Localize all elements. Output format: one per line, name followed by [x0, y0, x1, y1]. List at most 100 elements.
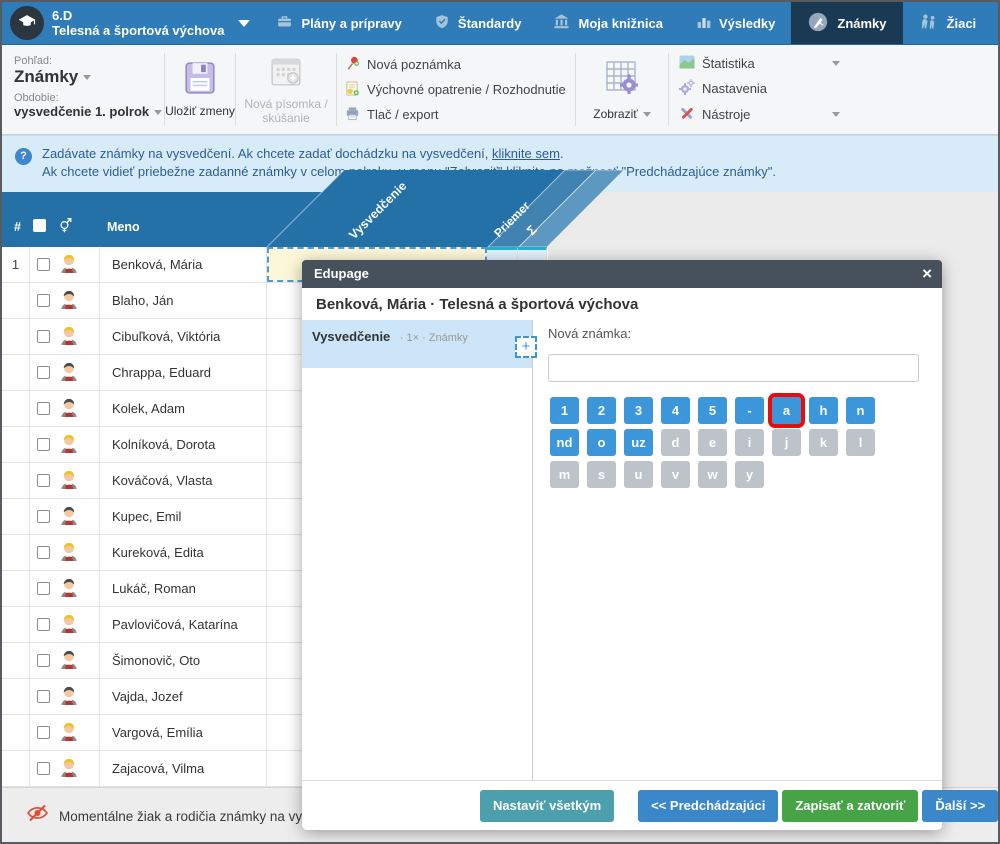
student-avatar: [59, 288, 79, 314]
zobrazit-button[interactable]: Zobraziť: [576, 45, 668, 134]
grade-button-j[interactable]: j: [772, 429, 801, 456]
grade-buttons-row-1: 12345-ahn: [550, 397, 875, 424]
row-checkbox[interactable]: [37, 582, 50, 595]
row-checkbox[interactable]: [37, 690, 50, 703]
row-number: [2, 499, 30, 534]
top-navigation-bar: 6.D Telesná a športová výchova Plány a p…: [2, 2, 998, 45]
zobrazit-dropdown-arrow-icon: [643, 112, 651, 117]
class-subject-selector[interactable]: 6.D Telesná a športová výchova: [52, 2, 260, 44]
grade-button-k[interactable]: k: [809, 429, 838, 456]
class-subject: Telesná a športová výchova: [52, 23, 224, 38]
menu-item-ziaci[interactable]: Žiaci: [903, 2, 993, 44]
menu-item-plany-a-pripravy[interactable]: Plány a prípravy: [260, 2, 417, 44]
student-name: Cibuľková, Viktória: [100, 319, 267, 354]
new-note-button[interactable]: Nová poznámka: [345, 56, 575, 74]
grade-button-w[interactable]: w: [698, 461, 727, 488]
row-checkbox[interactable]: [37, 474, 50, 487]
obdobie-selector[interactable]: vysvedčenie 1. polrok: [14, 104, 164, 119]
row-checkbox[interactable]: [37, 294, 50, 307]
grade-button-2[interactable]: 2: [587, 397, 616, 424]
grade-button-m[interactable]: m: [550, 461, 579, 488]
settings-gears-icon: [679, 79, 695, 98]
row-checkbox[interactable]: [37, 762, 50, 775]
event-list-item-vysvedcenie[interactable]: Vysvedčenie · 1× · Známky: [302, 320, 532, 368]
class-code: 6.D: [52, 8, 224, 23]
grade-button-o[interactable]: o: [587, 429, 616, 456]
row-checkbox[interactable]: [37, 258, 50, 271]
view-grid-gear-icon: [602, 58, 642, 103]
menu-item-znamky[interactable]: Známky: [791, 2, 902, 44]
menu-item-standardy[interactable]: Štandardy: [418, 2, 538, 44]
close-icon[interactable]: ×: [922, 260, 932, 287]
row-checkbox[interactable]: [37, 402, 50, 415]
grade-button-e[interactable]: e: [698, 429, 727, 456]
grade-button-u[interactable]: u: [624, 461, 653, 488]
row-checkbox[interactable]: [37, 726, 50, 739]
row-checkbox[interactable]: [37, 618, 50, 631]
student-name: Kolek, Adam: [100, 391, 267, 426]
save-changes-button[interactable]: Uložiť zmeny: [165, 45, 235, 134]
row-checkbox[interactable]: [37, 438, 50, 451]
nastavi-v-etk-m-button[interactable]: Nastaviť všetkým: [480, 790, 614, 822]
obdobie-dropdown-arrow-icon: [154, 110, 162, 115]
grade-button-3[interactable]: 3: [624, 397, 653, 424]
grade-input[interactable]: [548, 354, 919, 382]
dialog-title: Edupage: [314, 260, 369, 288]
row-number: [2, 283, 30, 318]
tools-dropdown-arrow-icon: [832, 112, 840, 117]
add-column-button[interactable]: +: [515, 336, 537, 358]
row-number: [2, 463, 30, 498]
grade-button-n[interactable]: n: [846, 397, 875, 424]
select-all-checkbox[interactable]: [33, 219, 46, 232]
grade-button-h[interactable]: h: [809, 397, 838, 424]
grade-button-l[interactable]: l: [846, 429, 875, 456]
grade-button-v[interactable]: v: [661, 461, 690, 488]
predch-dzaj-ci-button[interactable]: << Predchádzajúci: [638, 790, 778, 822]
student-name: Kováčová, Vlasta: [100, 463, 267, 498]
row-checkbox[interactable]: [37, 510, 50, 523]
grade-button-1[interactable]: 1: [550, 397, 579, 424]
grade-button--[interactable]: -: [735, 397, 764, 424]
grade-button-i[interactable]: i: [735, 429, 764, 456]
educational-measure-button[interactable]: Výchovné opatrenie / Rozhodnutie: [345, 81, 575, 99]
zap-sa-a-zatvori-button[interactable]: Zapísať a zatvoriť: [782, 790, 918, 822]
panel-divider: [532, 320, 533, 780]
row-checkbox[interactable]: [37, 330, 50, 343]
al-button[interactable]: Ďalší >>: [922, 790, 998, 822]
row-checkbox[interactable]: [37, 366, 50, 379]
grade-buttons-row-2: ndouzdeijkl: [550, 429, 875, 456]
tools-button[interactable]: Nástroje: [679, 105, 854, 124]
pohlad-selector[interactable]: Známky: [14, 67, 164, 87]
new-test-button[interactable]: Nová písomka / skúšanie: [236, 45, 336, 134]
grade-button-5[interactable]: 5: [698, 397, 727, 424]
kliknite-sem-link[interactable]: kliknite sem: [492, 146, 560, 161]
dialog-title-bar[interactable]: Edupage ×: [302, 260, 942, 288]
statistics-button[interactable]: Štatistika: [679, 55, 854, 72]
grade-button-a[interactable]: a: [772, 397, 801, 424]
student-avatar: [59, 612, 79, 638]
student-name: Vajda, Jozef: [100, 679, 267, 714]
student-avatar: [59, 684, 79, 710]
main-menu: Plány a prípravy Štandardy Moja knižnica…: [260, 2, 992, 44]
menu-label: Výsledky: [719, 16, 775, 31]
edupage-app-window: 6.D Telesná a športová výchova Plány a p…: [0, 0, 1000, 844]
row-checkbox[interactable]: [37, 654, 50, 667]
row-number: 1: [2, 247, 30, 282]
settings-button[interactable]: Nastavenia: [679, 79, 854, 98]
grade-button-4[interactable]: 4: [661, 397, 690, 424]
row-checkbox[interactable]: [37, 546, 50, 559]
menu-label: Štandardy: [458, 16, 522, 31]
menu-item-vysledky[interactable]: Výsledky: [679, 2, 791, 44]
menu-item-moja-kniznica[interactable]: Moja knižnica: [537, 2, 679, 44]
grade-entry-dialog: Edupage × Benková, Mária · Telesná a špo…: [302, 260, 942, 830]
row-number: [2, 607, 30, 642]
grade-button-s[interactable]: s: [587, 461, 616, 488]
grade-button-uz[interactable]: uz: [624, 429, 653, 456]
grade-button-y[interactable]: y: [735, 461, 764, 488]
new-test-calendar-icon: [269, 54, 303, 93]
grade-button-d[interactable]: d: [661, 429, 690, 456]
edupage-logo[interactable]: [2, 2, 52, 44]
print-export-button[interactable]: Tlač / export: [345, 106, 575, 124]
grade-button-nd[interactable]: nd: [550, 429, 579, 456]
student-name: Chrappa, Eduard: [100, 355, 267, 390]
